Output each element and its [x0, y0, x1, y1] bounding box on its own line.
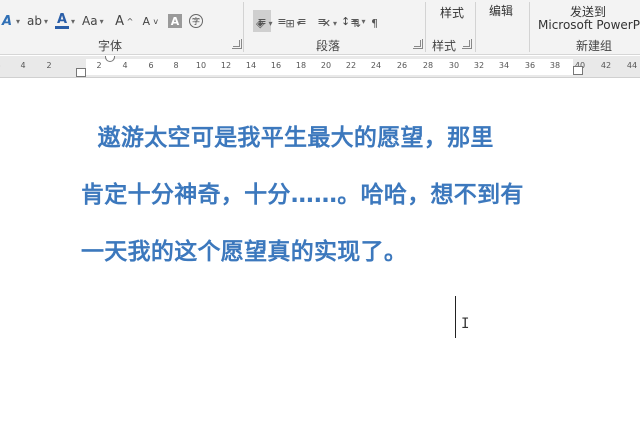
ruler-tick: 36 [524, 61, 536, 70]
borders-icon[interactable]: ⊞ [285, 17, 294, 30]
document-line: 遨游太空可是我平生最大的愿望，那里 [81, 125, 494, 151]
ruler-tick: 42 [600, 61, 612, 70]
ruler-tick: 38 [549, 61, 561, 70]
ruler-tick: 44 [626, 61, 638, 70]
ruler-tick: 34 [498, 61, 510, 70]
right-indent-marker[interactable] [573, 66, 583, 75]
ruler-tick: 16 [270, 61, 282, 70]
ibeam-cursor-icon: I [461, 316, 470, 332]
chevron-down-icon[interactable]: ▾ [333, 19, 337, 28]
chevron-down-icon[interactable]: ▾ [71, 17, 75, 26]
ruler-tick: 6 [0, 61, 6, 70]
styles-button[interactable]: 样式 [440, 4, 464, 21]
paragraph-dialog-launcher[interactable] [413, 39, 423, 49]
ruler-tick: 26 [396, 61, 408, 70]
font-group-controls: A ▾ ab ▾ A ▾ Aa ▾ A ^ Av A 字 [0, 9, 204, 33]
ruler-tick: 30 [448, 61, 460, 70]
shrink-font-button[interactable]: A [139, 10, 153, 32]
ruler-tick: 12 [220, 61, 232, 70]
sort-icon[interactable]: ⇅ [352, 17, 361, 30]
styles-group-label: 样式 [432, 39, 457, 53]
horizontal-ruler[interactable]: 6 4 2 2 4 6 8 10 12 14 16 18 20 22 24 26… [0, 56, 640, 78]
chevron-down-icon[interactable]: ▾ [16, 17, 20, 26]
font-color-icon[interactable]: A [55, 12, 70, 29]
paragraph-group-label: 段落 [316, 39, 341, 53]
change-case-button[interactable]: Aa [82, 10, 98, 32]
ruler-tick: 14 [245, 61, 257, 70]
paragraph-icon-row2: ◈ ▾ ⊞ ▾ ✕ ▾ ⇅ ¶ [256, 13, 378, 33]
show-marks-icon[interactable]: ¶ [371, 17, 378, 30]
highlight-icon[interactable]: ab [27, 10, 42, 32]
send-to-button-line2[interactable]: Microsoft PowerPo [538, 18, 640, 32]
ruler-tick: 32 [473, 61, 485, 70]
ruler-tick: 2 [46, 61, 52, 70]
ruler-tick: 10 [195, 61, 207, 70]
ruler-tick: 8 [173, 61, 179, 70]
shading-icon[interactable]: ◈ [256, 17, 264, 30]
text-effects-icon[interactable]: A [0, 10, 14, 32]
font-dialog-launcher[interactable] [232, 39, 242, 49]
group-separator [243, 2, 244, 52]
grow-font-button[interactable]: A [113, 10, 127, 32]
ruler-tick: 4 [122, 61, 128, 70]
group-separator [529, 2, 530, 52]
ruler-tick: 4 [20, 61, 26, 70]
document-line: 肯定十分神奇，十分……。哈哈，想不到有 [81, 182, 524, 208]
chevron-down-icon[interactable]: ▾ [100, 17, 104, 26]
ruler-tick: 2 [96, 61, 102, 70]
ruler-tick: 22 [345, 61, 357, 70]
group-separator [475, 2, 476, 52]
chevron-down-icon[interactable]: ▾ [44, 17, 48, 26]
ruler-tick: 24 [370, 61, 382, 70]
document-line: 一天我的这个愿望真的实现了。 [81, 239, 408, 265]
enclose-characters-button[interactable]: 字 [189, 14, 204, 28]
font-group-label: 字体 [98, 39, 123, 53]
ruler-tick: 20 [320, 61, 332, 70]
editing-button[interactable]: 编辑 [489, 2, 513, 19]
chevron-down-icon[interactable]: ▾ [268, 19, 272, 28]
new-group-label: 新建组 [576, 39, 613, 53]
styles-dialog-launcher[interactable] [462, 39, 472, 49]
hanging-indent-marker[interactable] [76, 68, 86, 77]
chevron-down-icon[interactable]: ▾ [297, 19, 301, 28]
group-separator [425, 2, 426, 52]
ruler-tick: 28 [422, 61, 434, 70]
document-body[interactable]: 遨游太空可是我平生最大的愿望，那里 肯定十分神奇，十分……。哈哈，想不到有 一天… [81, 110, 581, 281]
ruler-tick: 18 [295, 61, 307, 70]
character-shading-icon[interactable]: A [168, 14, 183, 28]
asian-layout-icon[interactable]: ✕ [322, 17, 331, 30]
text-caret [455, 296, 456, 338]
ruler-tick: 6 [148, 61, 154, 70]
